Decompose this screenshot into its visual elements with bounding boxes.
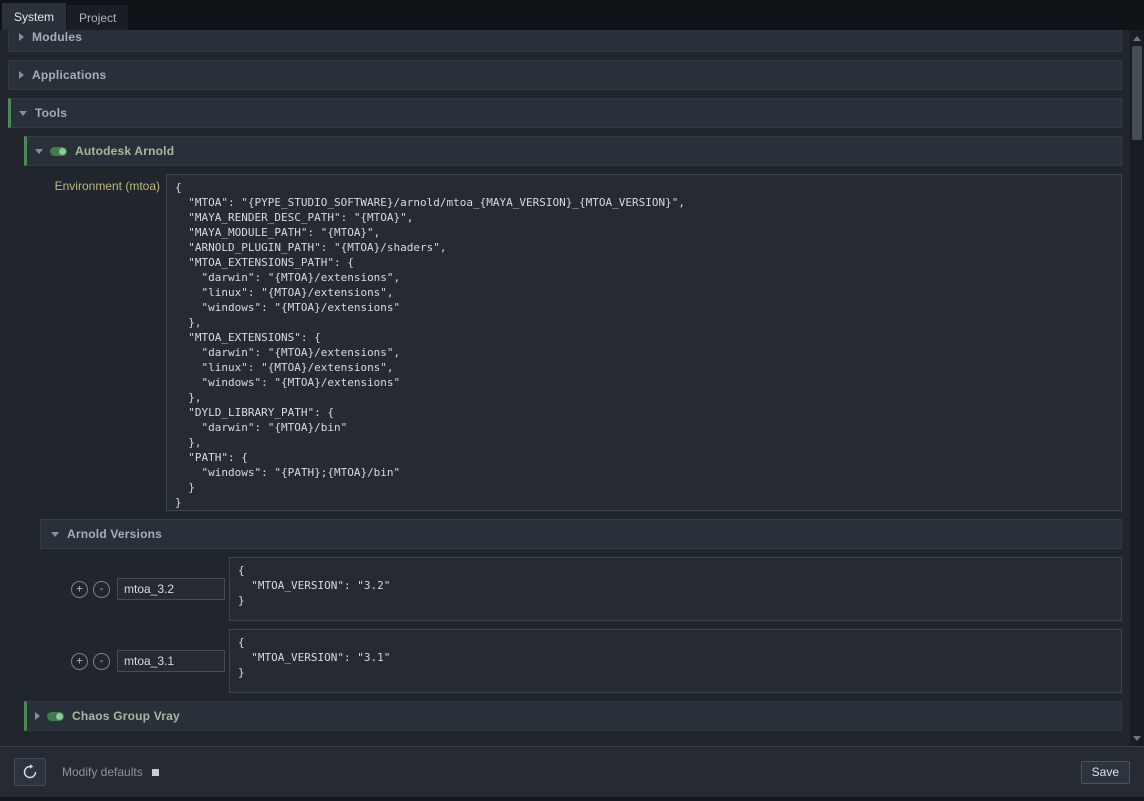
add-version-button[interactable]: + <box>71 581 88 598</box>
environment-label: Environment (mtoa) <box>40 174 166 193</box>
remove-version-button[interactable]: - <box>93 581 110 598</box>
chevron-down-icon <box>51 532 59 537</box>
section-header-arnold-versions[interactable]: Arnold Versions <box>40 519 1122 549</box>
environment-json-editor[interactable]: { "MTOA": "{PYPE_STUDIO_SOFTWARE}/arnold… <box>166 174 1122 511</box>
section-arnold-versions: Arnold Versions <box>40 519 1122 549</box>
scroll-down-button[interactable] <box>1130 731 1144 745</box>
chevron-right-icon <box>35 712 40 720</box>
section-label-modules: Modules <box>32 30 82 44</box>
save-button[interactable]: Save <box>1081 761 1130 784</box>
chevron-right-icon <box>19 33 24 41</box>
version-name-input[interactable] <box>117 578 225 600</box>
section-label-arnold-versions: Arnold Versions <box>67 527 162 541</box>
footer-bar: Modify defaults Save <box>0 746 1144 797</box>
group-label-arnold: Autodesk Arnold <box>75 144 174 158</box>
version-row: + - { "MTOA_VERSION": "3.1" } <box>56 629 1122 693</box>
refresh-button[interactable] <box>14 758 46 786</box>
scrollbar[interactable] <box>1130 30 1144 746</box>
version-row-tools: + - <box>56 578 226 600</box>
enabled-toggle[interactable] <box>50 147 67 156</box>
tab-project[interactable]: Project <box>67 5 128 30</box>
chevron-right-icon <box>19 71 24 79</box>
enabled-toggle[interactable] <box>47 712 64 721</box>
section-label-tools: Tools <box>35 106 67 120</box>
group-header-vray[interactable]: Chaos Group Vray <box>24 701 1122 731</box>
arrow-down-icon <box>1133 736 1141 741</box>
version-json-editor[interactable]: { "MTOA_VERSION": "3.1" } <box>229 629 1122 693</box>
group-arnold: Autodesk Arnold Environment (mtoa) { "MT… <box>24 136 1122 693</box>
section-label-applications: Applications <box>32 68 106 82</box>
chevron-down-icon <box>19 111 27 116</box>
settings-content: Modules Applications Tools <box>0 30 1130 746</box>
arrow-up-icon <box>1133 36 1141 41</box>
scroll-up-button[interactable] <box>1130 31 1144 45</box>
chevron-down-icon <box>35 149 43 154</box>
section-header-tools[interactable]: Tools <box>8 98 1122 128</box>
remove-version-button[interactable]: - <box>93 653 110 670</box>
settings-window: System Project Modules Applications <box>0 0 1144 801</box>
environment-row: Environment (mtoa) { "MTOA": "{PYPE_STUD… <box>40 174 1122 511</box>
tab-system[interactable]: System <box>2 3 66 30</box>
add-version-button[interactable]: + <box>71 653 88 670</box>
tab-bar: System Project <box>0 0 1144 30</box>
version-row-tools: + - <box>56 650 226 672</box>
modify-defaults-checkbox[interactable] <box>152 769 159 776</box>
section-tools: Tools Autodesk Arnold Environment (mtoa)… <box>8 98 1122 731</box>
modify-defaults-label: Modify defaults <box>62 765 143 779</box>
scrollbar-thumb[interactable] <box>1132 46 1142 140</box>
version-row: + - { "MTOA_VERSION": "3.2" } <box>56 557 1122 621</box>
group-vray: Chaos Group Vray <box>24 701 1122 731</box>
section-header-modules[interactable]: Modules <box>8 30 1122 52</box>
version-name-input[interactable] <box>117 650 225 672</box>
section-header-applications[interactable]: Applications <box>8 60 1122 90</box>
refresh-icon <box>22 764 38 780</box>
version-json-editor[interactable]: { "MTOA_VERSION": "3.2" } <box>229 557 1122 621</box>
group-header-arnold[interactable]: Autodesk Arnold <box>24 136 1122 166</box>
group-label-vray: Chaos Group Vray <box>72 709 180 723</box>
